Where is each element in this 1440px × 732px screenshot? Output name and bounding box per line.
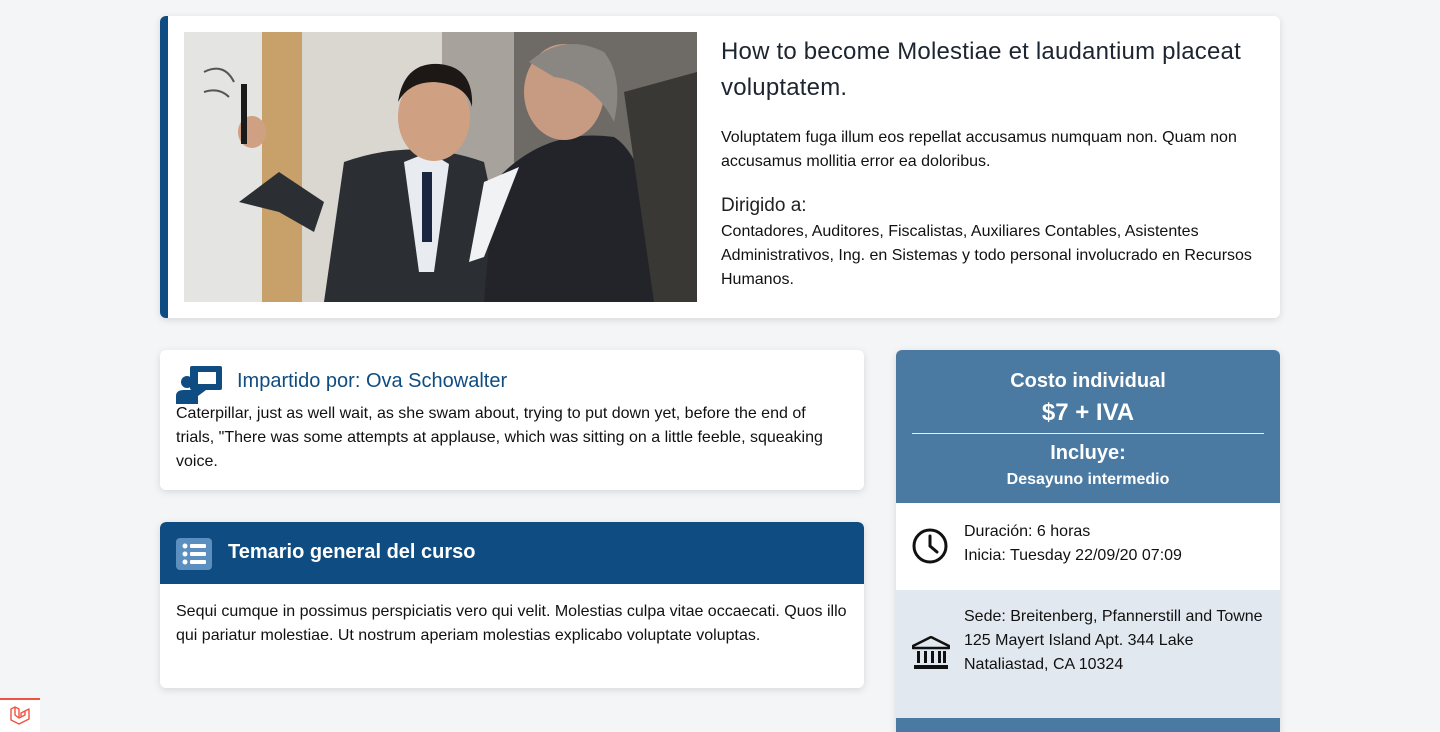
price-divider xyxy=(912,433,1264,434)
presenter-icon xyxy=(176,366,222,404)
bank-building-icon xyxy=(911,635,951,678)
syllabus-header: Temario general del curso xyxy=(160,522,864,584)
audience-text: Contadores, Auditores, Fiscalistas, Auxi… xyxy=(721,223,1252,288)
start-date-text: Inicia: Tuesday 22/09/20 07:09 xyxy=(964,547,1182,564)
price-header: Costo individual $7 + IVA Incluye: Desay… xyxy=(896,350,1280,503)
laravel-logo-icon[interactable] xyxy=(0,698,40,732)
venue-name: Sede: Breitenberg, Pfannerstill and Town… xyxy=(964,608,1263,625)
instructor-card: Impartido por: Ova Schowalter Caterpilla… xyxy=(160,350,864,490)
audience-label: Dirigido a: xyxy=(721,195,807,216)
instructor-bio: Caterpillar, just as well wait, as she s… xyxy=(176,405,823,470)
list-icon xyxy=(176,538,212,570)
syllabus-body: Sequi cumque in possimus perspiciatis ve… xyxy=(176,603,847,644)
course-description: Voluptatem fuga illum eos repellat accus… xyxy=(721,129,1237,170)
includes-label: Incluye: xyxy=(1050,442,1126,464)
syllabus-title: Temario general del curso xyxy=(228,541,476,563)
pricing-footer xyxy=(896,718,1280,732)
includes-value: Desayuno intermedio xyxy=(1006,471,1170,488)
price-label: Costo individual xyxy=(1010,370,1166,392)
duration-text: Duración: 6 horas xyxy=(964,523,1091,540)
instructor-title: Impartido por: Ova Schowalter xyxy=(237,370,508,392)
pricing-card: Costo individual $7 + IVA Incluye: Desay… xyxy=(896,350,1280,732)
course-info: How to become Molestiae et laudantium pl… xyxy=(721,34,1261,292)
clock-icon xyxy=(912,528,948,572)
syllabus-card: Temario general del curso Sequi cumque i… xyxy=(160,522,864,688)
course-title: How to become Molestiae et laudantium pl… xyxy=(721,38,1241,101)
price-value: $7 + IVA xyxy=(1041,399,1135,426)
venue-address: 125 Mayert Island Apt. 344 Lake Natalias… xyxy=(964,632,1194,673)
course-hero-card: How to become Molestiae et laudantium pl… xyxy=(160,16,1280,318)
schedule-row: Duración: 6 horas Inicia: Tuesday 22/09/… xyxy=(896,503,1280,590)
course-photo xyxy=(184,32,697,302)
venue-row: Sede: Breitenberg, Pfannerstill and Town… xyxy=(896,590,1280,718)
